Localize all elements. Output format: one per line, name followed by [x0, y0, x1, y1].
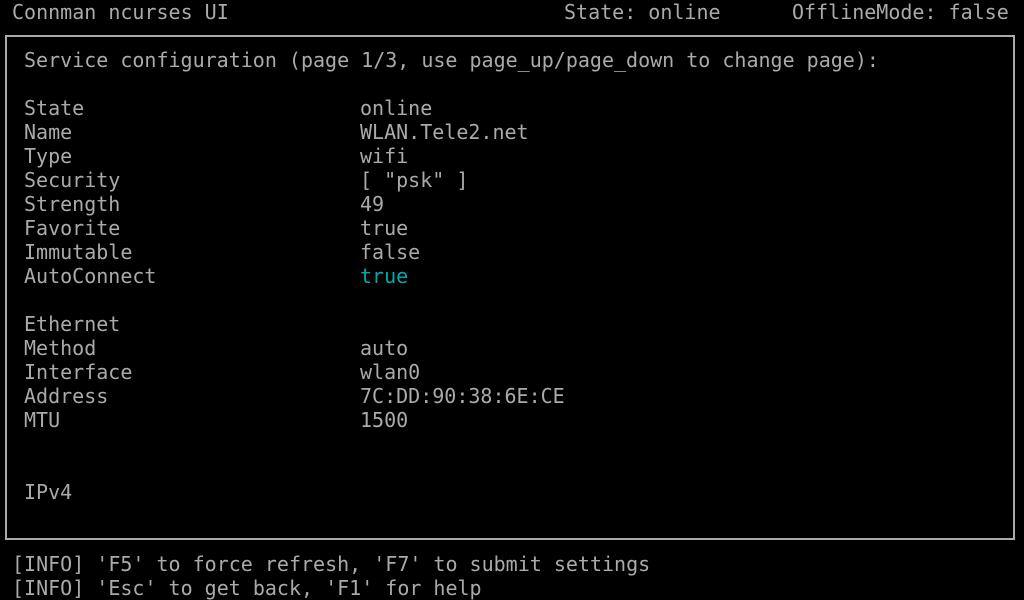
- info-line: [INFO] 'F5' to force refresh, 'F7' to su…: [12, 552, 651, 576]
- panel-heading: Service configuration (page 1/3, use pag…: [24, 48, 879, 72]
- field-value-autoconnect[interactable]: true: [360, 264, 408, 288]
- service-config-panel: [5, 35, 1015, 540]
- field-label: Immutable: [24, 240, 133, 264]
- field-value-immutable: false: [360, 240, 421, 264]
- field-label: Interface: [24, 360, 133, 384]
- ipv4-heading: IPv4: [24, 480, 73, 504]
- field-label: Method: [24, 336, 97, 360]
- field-label: Favorite: [24, 216, 121, 240]
- field-value-method: auto: [360, 336, 409, 360]
- field-value-name: WLAN.Tele2.net: [360, 120, 529, 144]
- field-value-type: wifi: [360, 144, 409, 168]
- field-value-favorite: true: [360, 216, 409, 240]
- field-label: Type: [24, 144, 73, 168]
- offline-mode: OfflineMode: false: [792, 0, 1009, 24]
- field-label: AutoConnect: [24, 264, 157, 288]
- field-label: Address: [24, 384, 109, 408]
- field-value-state: online: [360, 96, 433, 120]
- connection-state: State: online: [564, 0, 721, 24]
- app-title: Connman ncurses UI: [12, 0, 229, 24]
- field-label: Name: [24, 120, 73, 144]
- field-value-strength: 49: [360, 192, 385, 216]
- field-value-address: 7C:DD:90:38:6E:CE: [360, 384, 565, 408]
- field-value-interface: wlan0: [360, 360, 421, 384]
- ethernet-heading: Ethernet: [24, 312, 121, 336]
- info-line: [INFO] 'Esc' to get back, 'F1' for help: [12, 576, 482, 600]
- field-value-mtu: 1500: [360, 408, 409, 432]
- field-label: MTU: [24, 408, 61, 432]
- field-label: State: [24, 96, 85, 120]
- field-label: Strength: [24, 192, 121, 216]
- field-value-security: [ "psk" ]: [360, 168, 469, 192]
- field-label: Security: [24, 168, 121, 192]
